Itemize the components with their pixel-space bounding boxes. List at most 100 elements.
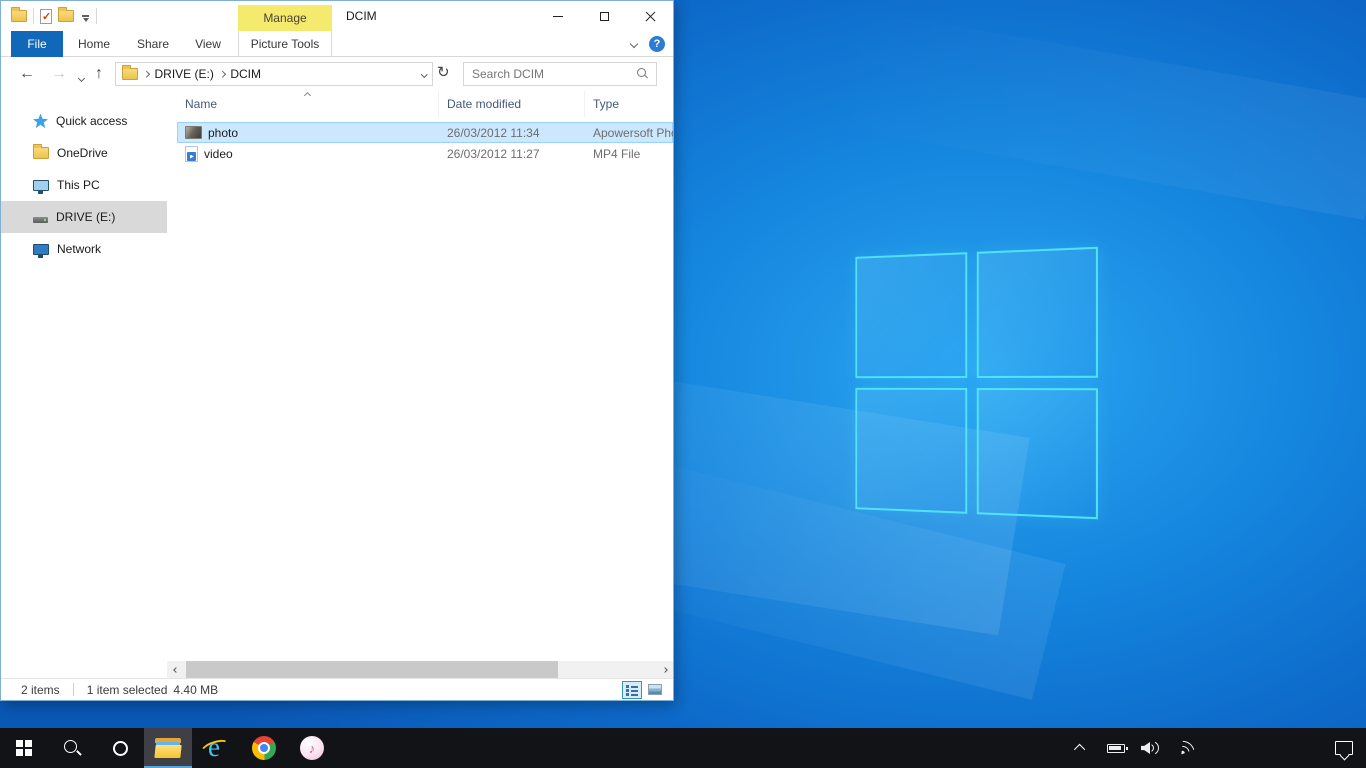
check-glyph: ✓: [42, 10, 51, 23]
tab-home[interactable]: Home: [71, 31, 117, 57]
file-row-video[interactable]: video 26/03/2012 11:27 MP4 File: [177, 143, 673, 164]
taskbar: e ♪: [0, 728, 1366, 768]
items-count: 2 items: [21, 683, 60, 697]
sidebar-item-onedrive[interactable]: OneDrive: [1, 137, 167, 169]
wallpaper-windows-logo: [855, 247, 1098, 520]
hidden-icons-chevron-icon: [1074, 744, 1085, 755]
forward-button: →: [51, 66, 67, 82]
properties-check-icon[interactable]: ✓: [40, 9, 52, 24]
details-view-icon: [626, 684, 638, 695]
sidebar-item-drive-e[interactable]: DRIVE (E:): [1, 201, 167, 233]
sidebar-item-label: Network: [57, 242, 101, 256]
refresh-button[interactable]: ↻: [437, 65, 450, 80]
selection-count: 1 item selected: [87, 683, 168, 697]
close-icon: [645, 11, 656, 22]
navigation-toolbar: ← → ↑ DRIVE (E:) DCIM ↻ Search DCIM: [1, 57, 673, 91]
network-icon: [33, 244, 49, 255]
sidebar-item-quick-access[interactable]: Quick access: [1, 105, 167, 137]
titlebar: ✓ Manage DCIM: [1, 1, 673, 31]
tab-file[interactable]: File: [11, 31, 63, 57]
column-header-date-modified[interactable]: Date modified: [439, 91, 585, 117]
window-body: Quick access OneDrive This PC DRIVE (E:)…: [1, 91, 673, 678]
back-button[interactable]: ←: [19, 66, 35, 82]
address-dropdown-chevron-icon[interactable]: [421, 71, 427, 77]
new-folder-icon[interactable]: [58, 10, 74, 22]
desktop: ✓ Manage DCIM File Home Share View Pictu…: [0, 0, 1366, 768]
scroll-right-arrow[interactable]: [656, 661, 673, 678]
taskbar-search-button[interactable]: [48, 728, 96, 768]
file-type: MP4 File: [585, 147, 673, 161]
large-icons-view-icon: [648, 684, 662, 695]
sidebar-item-label: OneDrive: [57, 146, 108, 160]
wifi-tray-button[interactable]: [1168, 728, 1204, 768]
windows-logo-pane: [977, 388, 1098, 519]
breadcrumb-segment-dcim[interactable]: DCIM: [230, 67, 261, 81]
chrome-button[interactable]: [240, 728, 288, 768]
circle-icon: [113, 741, 128, 756]
volume-tray-button[interactable]: [1134, 728, 1168, 768]
battery-tray-button[interactable]: [1098, 728, 1134, 768]
column-headers: Name Date modified Type: [167, 91, 673, 117]
divider: [96, 8, 97, 24]
ie-e-icon: e: [201, 735, 231, 761]
show-hidden-icons-button[interactable]: [1064, 728, 1098, 768]
windows-logo-pane: [855, 388, 967, 514]
file-row-photo[interactable]: photo 26/03/2012 11:34 Apowersoft Pho: [177, 122, 673, 143]
chrome-orb-icon: [252, 736, 276, 760]
breadcrumb-folder-icon[interactable]: [122, 68, 138, 80]
music-note-icon: ♪: [300, 736, 324, 760]
file-name: video: [204, 147, 233, 161]
internet-explorer-button[interactable]: e: [192, 728, 240, 768]
breadcrumb-segment-drive[interactable]: DRIVE (E:): [155, 67, 214, 81]
breadcrumb-separator-icon: [143, 71, 149, 77]
file-explorer-taskbar-button[interactable]: [144, 728, 192, 768]
ribbon-right-controls: ?: [631, 31, 665, 57]
sidebar-item-this-pc[interactable]: This PC: [1, 169, 167, 201]
up-button[interactable]: ↑: [95, 66, 103, 82]
scroll-left-arrow[interactable]: [167, 661, 184, 678]
action-center-button[interactable]: [1322, 728, 1366, 768]
column-header-type[interactable]: Type: [585, 91, 673, 117]
quick-access-toolbar: ✓: [11, 1, 97, 31]
search-input[interactable]: Search DCIM: [463, 62, 657, 86]
volume-icon: [1141, 741, 1161, 755]
start-button[interactable]: [0, 728, 48, 768]
contextual-group-manage[interactable]: Manage: [238, 5, 332, 31]
magnifier-icon: [63, 739, 81, 757]
tab-share[interactable]: Share: [129, 31, 177, 57]
file-date-modified: 26/03/2012 11:34: [439, 126, 585, 140]
sidebar-item-label: Quick access: [56, 114, 127, 128]
divider: [33, 8, 34, 24]
window-controls: [535, 1, 673, 31]
large-icons-view-button[interactable]: [645, 681, 665, 699]
view-toggle-buttons: [622, 681, 665, 699]
customize-quick-access-chevron-icon[interactable]: [80, 11, 90, 21]
search-placeholder: Search DCIM: [472, 67, 544, 81]
monitor-icon: [33, 180, 49, 191]
tab-view[interactable]: View: [185, 31, 231, 57]
close-button[interactable]: [627, 1, 673, 31]
breadcrumb-separator-icon: [219, 71, 225, 77]
recent-locations-chevron-icon[interactable]: [79, 70, 84, 84]
itunes-button[interactable]: ♪: [288, 728, 336, 768]
horizontal-scrollbar[interactable]: [167, 661, 673, 678]
maximize-button[interactable]: [581, 1, 627, 31]
selection-size: 4.40 MB: [173, 683, 218, 697]
expand-ribbon-chevron-icon[interactable]: [630, 40, 638, 48]
address-bar[interactable]: DRIVE (E:) DCIM: [115, 62, 433, 86]
details-view-button[interactable]: [622, 681, 642, 699]
system-tray: [1064, 728, 1366, 768]
scrollbar-thumb[interactable]: [186, 661, 558, 678]
tab-picture-tools[interactable]: Picture Tools: [238, 31, 332, 57]
wifi-icon: [1174, 736, 1199, 760]
minimize-button[interactable]: [535, 1, 581, 31]
file-list-pane: Name Date modified Type photo 26/03/2012…: [167, 91, 673, 678]
help-button[interactable]: ?: [649, 36, 665, 52]
hard-drive-icon: [33, 217, 48, 223]
cortana-button[interactable]: [96, 728, 144, 768]
file-type: Apowersoft Pho: [585, 126, 673, 140]
maximize-icon: [600, 12, 609, 21]
file-explorer-window: ✓ Manage DCIM File Home Share View Pictu…: [0, 0, 674, 701]
sidebar-item-network[interactable]: Network: [1, 233, 167, 265]
file-date-modified: 26/03/2012 11:27: [439, 147, 585, 161]
